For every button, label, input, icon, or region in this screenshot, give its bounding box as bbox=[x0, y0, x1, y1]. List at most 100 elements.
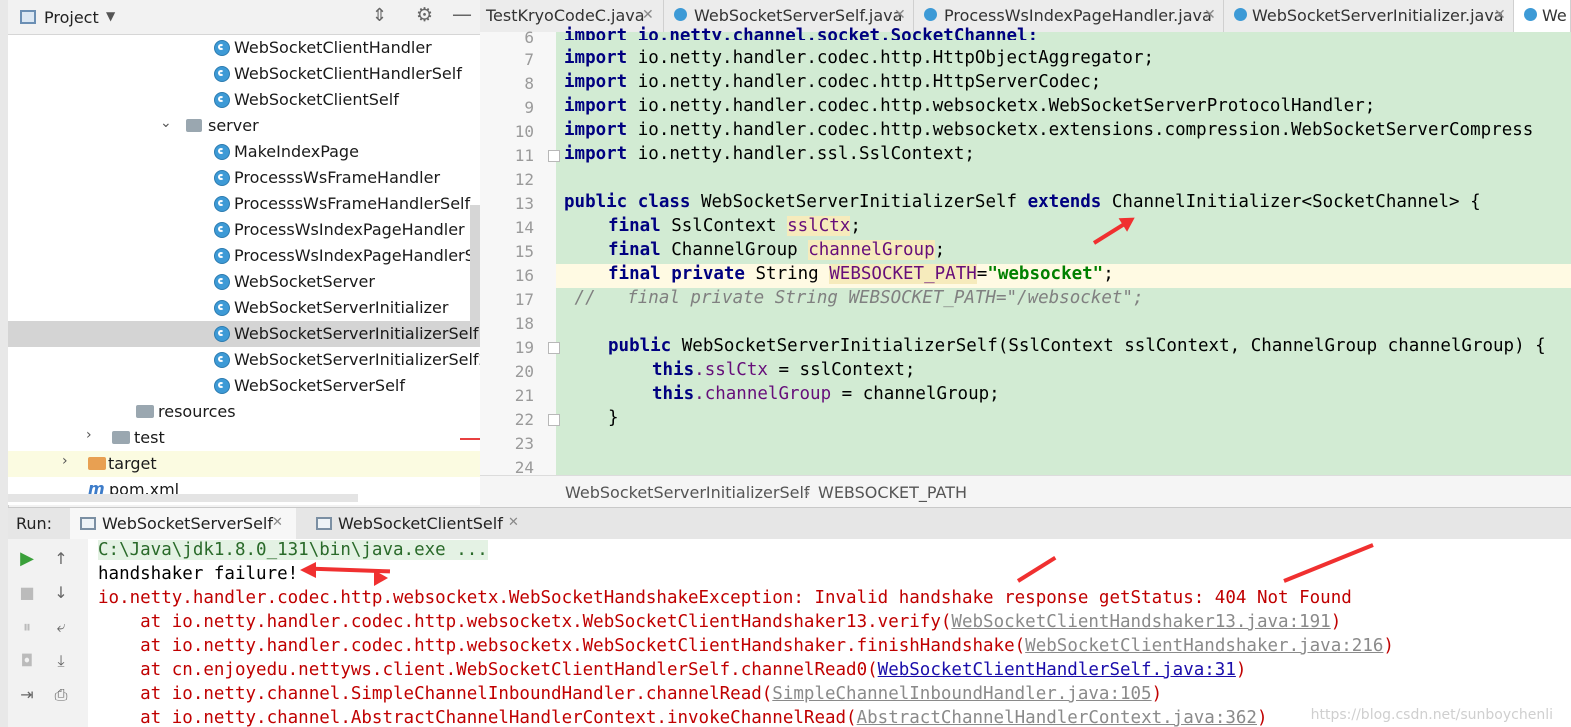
project-panel: Project ▼ ⇕ ⚙ — WebSocketClientHandler W… bbox=[8, 0, 480, 505]
line-number: 11 bbox=[514, 146, 534, 165]
soft-wrap-icon[interactable]: ⤶ bbox=[50, 616, 72, 638]
code-line: import io.netty.handler.codec.http.HttpO… bbox=[564, 48, 1155, 68]
tree-item-selected[interactable]: WebSocketServerInitializerSelf bbox=[8, 321, 480, 347]
run-tab-client[interactable]: WebSocketClientSelf ✕ bbox=[306, 508, 536, 540]
stack-line: at io.netty.handler.codec.http.websocket… bbox=[98, 612, 1342, 632]
fold-marker-icon[interactable] bbox=[548, 342, 560, 354]
chevron-down-icon[interactable]: ▼ bbox=[106, 9, 115, 23]
stop-icon[interactable]: ■ bbox=[16, 582, 38, 604]
line-number: 19 bbox=[514, 338, 534, 357]
java-class-icon bbox=[214, 274, 230, 290]
line-number: 21 bbox=[514, 386, 534, 405]
java-class-icon bbox=[214, 326, 230, 342]
fold-marker-icon[interactable] bbox=[548, 414, 560, 426]
tree-item[interactable]: WebSocketServer bbox=[8, 269, 480, 295]
tree-item-label: server bbox=[208, 116, 259, 135]
tree-item[interactable]: ProcessWsIndexPageHandler bbox=[8, 217, 480, 243]
console-output[interactable]: C:\Java\jdk1.8.0_131\bin\java.exe ... ha… bbox=[88, 539, 1571, 727]
tree-item-label: test bbox=[134, 428, 165, 447]
minimize-icon[interactable]: — bbox=[452, 2, 472, 26]
code-line: this.channelGroup = channelGroup; bbox=[652, 384, 1000, 404]
folder-icon bbox=[112, 431, 130, 444]
scroll-to-end-icon[interactable]: ⤓ bbox=[50, 650, 72, 672]
console-command: C:\Java\jdk1.8.0_131\bin\java.exe ... bbox=[98, 540, 488, 560]
tab-websocketserverinitializerself[interactable]: We bbox=[1514, 0, 1571, 32]
stack-link[interactable]: SimpleChannelInboundHandler.java:105 bbox=[772, 684, 1151, 704]
chevron-right-icon[interactable]: › bbox=[86, 427, 92, 443]
collapse-all-icon[interactable]: ⇕ bbox=[372, 5, 387, 26]
java-class-icon bbox=[214, 92, 230, 108]
code-line: import io.netty.handler.codec.http.webso… bbox=[564, 96, 1376, 116]
code-line: this.sslCtx = sslContext; bbox=[652, 360, 916, 380]
run-tools: ▶ ↑ ■ ↓ ⏸ ⤶ ◘ ⤓ ⇥ ⎙ bbox=[8, 539, 89, 727]
tree-item-label: WebSocketServer bbox=[234, 272, 375, 291]
chevron-down-icon[interactable]: ⌄ bbox=[160, 115, 172, 131]
tree-item[interactable]: WebSocketServerInitializer bbox=[8, 295, 480, 321]
close-icon[interactable]: ✕ bbox=[1204, 7, 1216, 23]
chevron-right-icon[interactable]: › bbox=[62, 453, 68, 469]
breadcrumb-item[interactable]: WEBSOCKET_PATH bbox=[818, 483, 967, 502]
project-header: Project ▼ ⇕ ⚙ — bbox=[8, 0, 480, 35]
tree-item-folder[interactable]: › test bbox=[8, 425, 480, 451]
print-icon[interactable]: ⎙ bbox=[50, 684, 72, 706]
java-class-icon bbox=[1234, 8, 1247, 21]
pause-icon[interactable]: ⏸ bbox=[16, 616, 38, 638]
tree-item-label: ProcesssWsFrameHandlerSelf bbox=[234, 194, 471, 213]
scrollbar[interactable] bbox=[470, 205, 480, 325]
close-icon[interactable]: ✕ bbox=[272, 515, 283, 530]
tree-item[interactable]: MakeIndexPage bbox=[8, 139, 480, 165]
gear-icon[interactable]: ⚙ bbox=[416, 4, 433, 26]
tree-item-label: target bbox=[108, 454, 157, 473]
camera-icon[interactable]: ◘ bbox=[16, 650, 38, 672]
exit-icon[interactable]: ⇥ bbox=[16, 684, 38, 706]
annotation-arrow-head bbox=[300, 562, 316, 578]
console-failure-line: handshaker failure! bbox=[98, 564, 299, 584]
project-title[interactable]: Project bbox=[44, 8, 99, 27]
arrow-down-icon[interactable]: ↓ bbox=[50, 582, 72, 604]
stack-link[interactable]: WebSocketClientHandshaker.java:216 bbox=[1025, 636, 1383, 656]
tab-websocketserverinitializer[interactable]: WebSocketServerInitializer.java ✕ bbox=[1224, 0, 1514, 32]
scrollbar[interactable] bbox=[8, 494, 358, 502]
code-line: import io.netty.handler.codec.http.webso… bbox=[564, 120, 1534, 140]
tree-item[interactable]: ProcesssWsFrameHandler bbox=[8, 165, 480, 191]
java-class-icon bbox=[214, 352, 230, 368]
chevron-right-icon: › bbox=[804, 483, 811, 502]
watermark: https://blog.csdn.net/sunboychenli bbox=[1310, 707, 1553, 723]
java-class-icon bbox=[214, 300, 230, 316]
stack-link[interactable]: WebSocketClientHandshaker13.java:191 bbox=[951, 612, 1330, 632]
rerun-icon[interactable]: ▶ bbox=[16, 548, 38, 570]
close-icon[interactable]: ✕ bbox=[508, 515, 519, 530]
annotation-arrow-shaft bbox=[1016, 555, 1057, 583]
tree-item[interactable]: ProcesssWsFrameHandlerSelf bbox=[8, 191, 480, 217]
tree-item-folder[interactable]: resources bbox=[8, 399, 480, 425]
code-line: final SslContext sslCtx; bbox=[608, 216, 861, 236]
code-line: } bbox=[608, 408, 619, 428]
tree-item-label: ProcesssWsFrameHandler bbox=[234, 168, 441, 187]
tree-item[interactable]: WebSocketServerInitializerSelf23 bbox=[8, 347, 480, 373]
java-class-icon bbox=[214, 170, 230, 186]
tree-item[interactable]: WebSocketServerSelf bbox=[8, 373, 480, 399]
java-class-icon bbox=[214, 222, 230, 238]
fold-marker-icon[interactable] bbox=[548, 150, 560, 162]
java-class-icon bbox=[674, 8, 687, 21]
close-icon[interactable]: ✕ bbox=[1494, 7, 1506, 23]
tree-item-package[interactable]: ⌄ server bbox=[8, 113, 480, 139]
run-tab-server[interactable]: WebSocketServerSelf ✕ bbox=[70, 508, 296, 540]
tree-item-label: WebSocketServerInitializerSelf23 bbox=[234, 350, 480, 369]
arrow-up-icon[interactable]: ↑ bbox=[50, 548, 72, 570]
tree-item-label: WebSocketClientSelf bbox=[234, 90, 399, 109]
breadcrumb-item[interactable]: WebSocketServerInitializerSelf bbox=[565, 483, 810, 502]
line-number: 6 bbox=[524, 28, 534, 47]
annotation-arrow-shaft bbox=[1283, 543, 1374, 583]
close-icon[interactable]: ✕ bbox=[642, 7, 654, 23]
tree-item-folder[interactable]: › target bbox=[8, 451, 480, 477]
tree-item[interactable]: WebSocketClientHandler bbox=[8, 35, 480, 61]
tree-item[interactable]: WebSocketClientHandlerSelf bbox=[8, 61, 480, 87]
stack-link[interactable]: AbstractChannelHandlerContext.java:362 bbox=[857, 708, 1257, 727]
tree-item-label: WebSocketClientHandlerSelf bbox=[234, 64, 462, 83]
stack-link[interactable]: WebSocketClientHandlerSelf.java:31 bbox=[878, 660, 1236, 680]
java-class-icon bbox=[214, 378, 230, 394]
tree-item[interactable]: WebSocketClientSelf bbox=[8, 87, 480, 113]
close-icon[interactable]: ✕ bbox=[894, 7, 906, 23]
tree-item[interactable]: ProcessWsIndexPageHandlerSelf bbox=[8, 243, 480, 269]
